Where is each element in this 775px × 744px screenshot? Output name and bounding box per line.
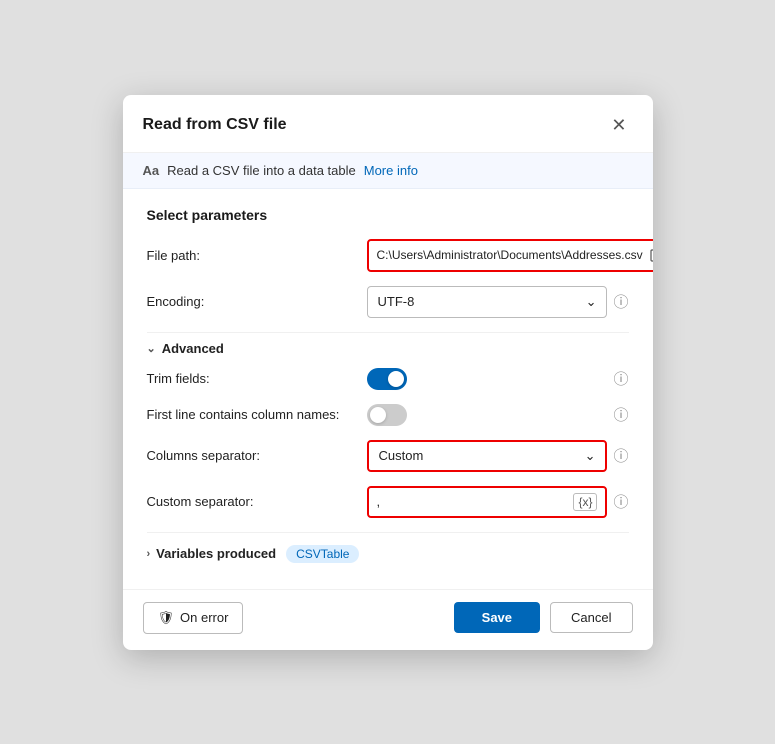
- custom-separator-row: Custom separator: , {x} ⓘ: [147, 486, 629, 518]
- trim-fields-toggle[interactable]: [367, 368, 407, 390]
- encoding-control: UTF-8 ⌄ ⓘ: [367, 286, 629, 318]
- columns-separator-chevron-icon: ⌄: [585, 448, 596, 464]
- divider2: [147, 532, 629, 533]
- trim-fields-toggle-wrap: [367, 368, 407, 390]
- encoding-chevron-icon: ⌄: [586, 294, 597, 310]
- section-title: Select parameters: [147, 207, 629, 223]
- divider: [147, 332, 629, 333]
- encoding-value: UTF-8: [378, 294, 415, 309]
- columns-separator-row: Columns separator: Custom ⌄ ⓘ: [147, 440, 629, 472]
- variables-section: › Variables produced CSVTable: [147, 541, 629, 567]
- trim-fields-row: Trim fields: ⓘ: [147, 368, 629, 390]
- advanced-section: ⌄ Advanced Trim fields: ⓘ: [147, 341, 629, 518]
- dialog-header: Read from CSV file ✕: [123, 95, 653, 153]
- encoding-info-icon[interactable]: ⓘ: [613, 291, 628, 312]
- file-browse-button[interactable]: [647, 246, 653, 265]
- save-button[interactable]: Save: [454, 602, 540, 633]
- columns-separator-value: Custom: [379, 448, 424, 463]
- custom-separator-value: ,: [377, 494, 570, 509]
- dialog-body: Select parameters File path: C:\Users\Ad…: [123, 189, 653, 589]
- advanced-chevron-icon: ⌄: [147, 342, 156, 355]
- read-csv-dialog: Read from CSV file ✕ Aa Read a CSV file …: [123, 95, 653, 650]
- first-line-row: First line contains column names: ⓘ: [147, 404, 629, 426]
- encoding-select[interactable]: UTF-8 ⌄: [367, 286, 608, 318]
- encoding-label: Encoding:: [147, 294, 357, 309]
- cancel-button[interactable]: Cancel: [550, 602, 632, 633]
- custom-separator-input[interactable]: , {x}: [367, 486, 608, 518]
- custom-separator-label: Custom separator:: [147, 494, 357, 509]
- trim-fields-info-icon[interactable]: ⓘ: [613, 368, 628, 389]
- columns-separator-label: Columns separator:: [147, 448, 357, 463]
- file-path-label: File path:: [147, 248, 357, 263]
- info-bar: Aa Read a CSV file into a data table Mor…: [123, 153, 653, 189]
- file-path-row: File path: C:\Users\Administrator\Docume…: [147, 239, 629, 272]
- shield-icon: 🛡: [158, 610, 175, 626]
- custom-separator-control: , {x} ⓘ: [367, 486, 629, 518]
- on-error-label: On error: [180, 610, 228, 625]
- first-line-label: First line contains column names:: [147, 407, 357, 422]
- dialog-footer: 🛡 On error Save Cancel: [123, 589, 653, 650]
- first-line-toggle[interactable]: [367, 404, 407, 426]
- file-path-control: C:\Users\Administrator\Documents\Address…: [367, 239, 653, 272]
- close-button[interactable]: ✕: [605, 113, 632, 138]
- more-info-link[interactable]: More info: [364, 163, 418, 178]
- encoding-row: Encoding: UTF-8 ⌄ ⓘ: [147, 286, 629, 318]
- first-line-info-icon[interactable]: ⓘ: [613, 404, 628, 425]
- columns-separator-select[interactable]: Custom ⌄: [367, 440, 608, 472]
- trim-fields-label: Trim fields:: [147, 371, 357, 386]
- dialog-title: Read from CSV file: [143, 116, 287, 134]
- trim-fields-slider: [367, 368, 407, 390]
- first-line-slider: [367, 404, 407, 426]
- advanced-label: Advanced: [162, 341, 224, 356]
- first-line-control: ⓘ: [367, 404, 629, 426]
- footer-right: Save Cancel: [454, 602, 633, 633]
- columns-separator-control: Custom ⌄ ⓘ: [367, 440, 629, 472]
- variables-chevron-icon: ›: [147, 548, 151, 560]
- variables-header[interactable]: › Variables produced: [147, 546, 277, 561]
- custom-separator-info-icon[interactable]: ⓘ: [613, 491, 628, 512]
- aa-icon: Aa: [143, 163, 160, 178]
- info-text: Read a CSV file into a data table: [167, 163, 356, 178]
- trim-fields-control: ⓘ: [367, 368, 629, 390]
- advanced-header[interactable]: ⌄ Advanced: [147, 341, 629, 356]
- variables-label: Variables produced: [156, 546, 276, 561]
- variables-badge: CSVTable: [286, 545, 359, 563]
- curly-braces-custom[interactable]: {x}: [573, 493, 597, 511]
- file-path-input[interactable]: C:\Users\Administrator\Documents\Address…: [367, 239, 653, 272]
- first-line-toggle-wrap: [367, 404, 407, 426]
- columns-separator-info-icon[interactable]: ⓘ: [613, 445, 628, 466]
- file-path-value: C:\Users\Administrator\Documents\Address…: [377, 248, 643, 262]
- on-error-button[interactable]: 🛡 On error: [143, 602, 244, 634]
